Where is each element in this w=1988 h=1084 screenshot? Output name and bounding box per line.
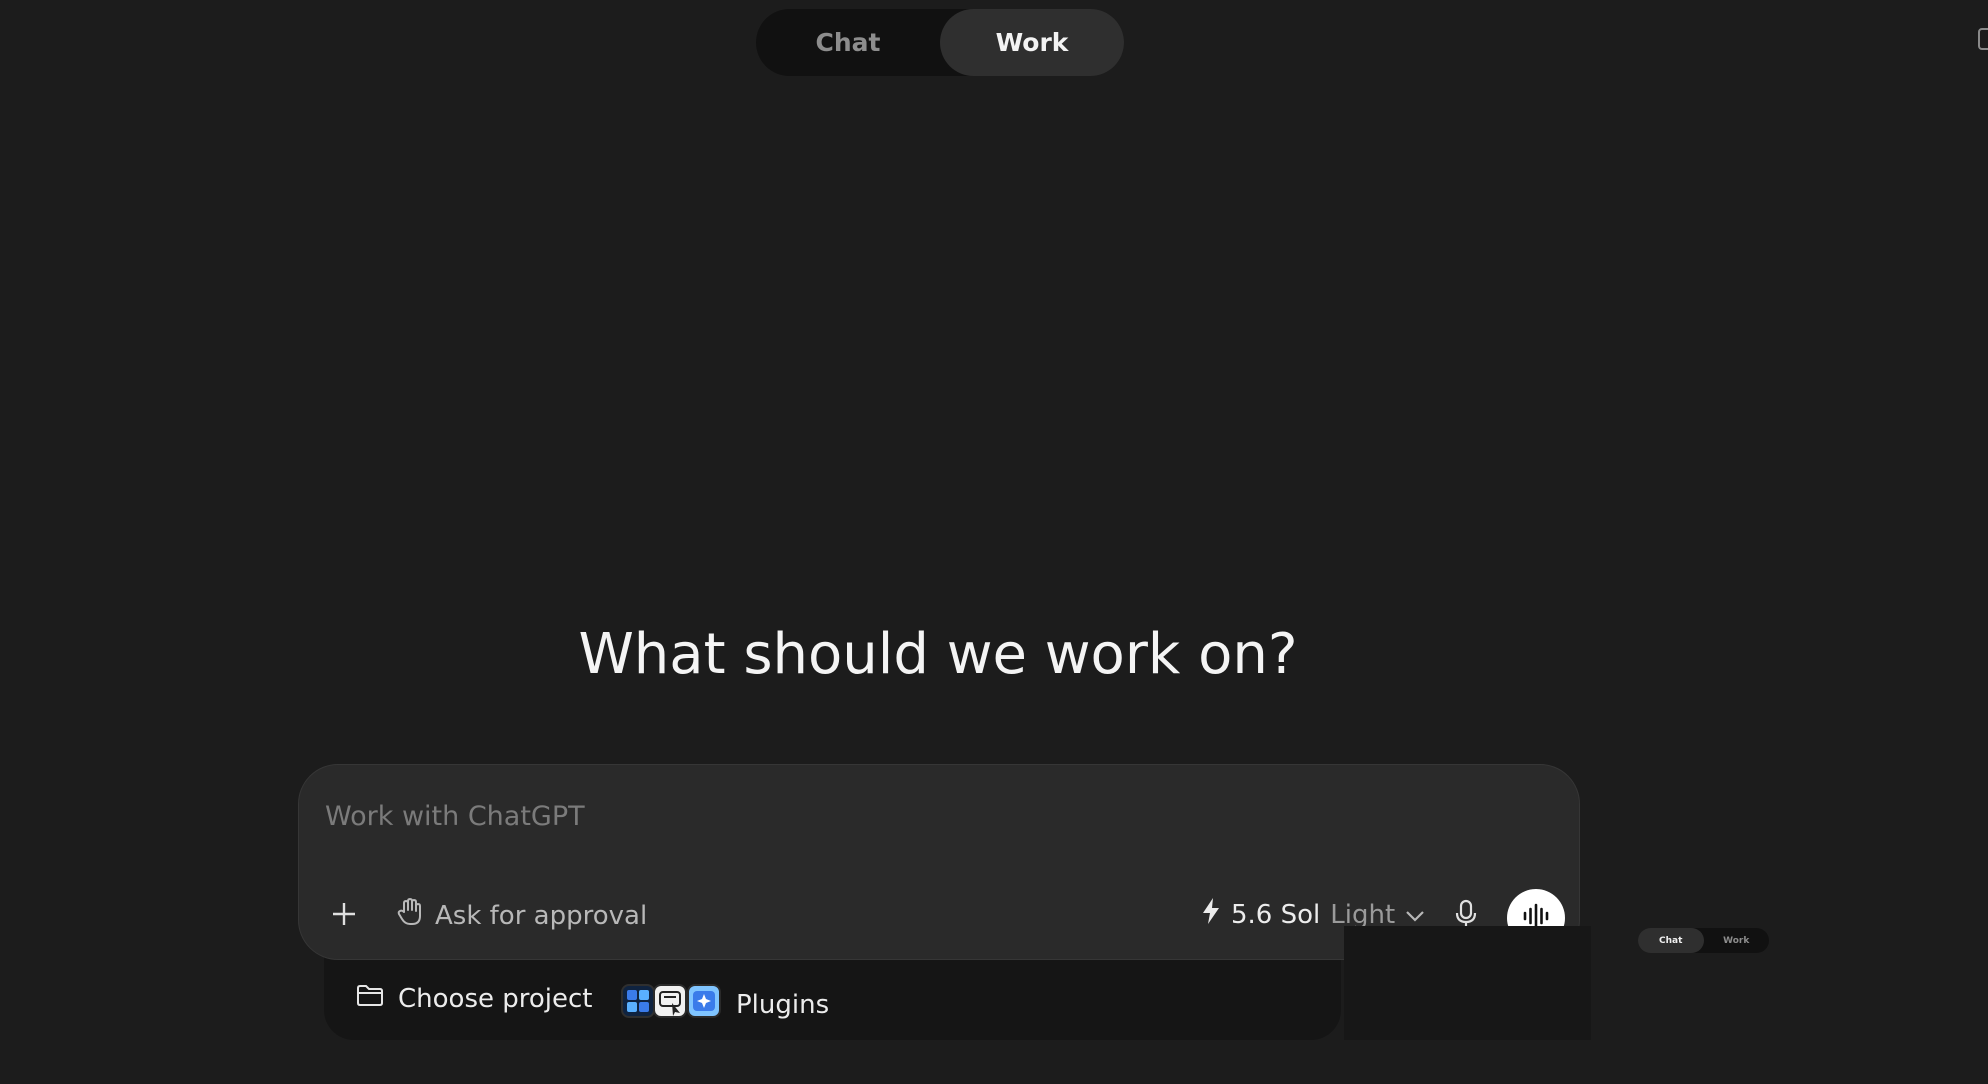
mini-mode-toggle: Chat Work	[1638, 928, 1769, 953]
plugins-button[interactable]: Plugins	[620, 983, 829, 1026]
lightning-icon	[1201, 897, 1221, 932]
model-name: 5.6 Sol	[1231, 899, 1321, 930]
tab-work[interactable]: Work	[940, 9, 1124, 76]
model-effort: Light	[1330, 899, 1396, 930]
choose-project-label: Choose project	[398, 983, 593, 1014]
mini-tab-chat[interactable]: Chat	[1638, 928, 1704, 953]
mode-toggle: Chat Work	[756, 9, 1124, 76]
tab-chat[interactable]: Chat	[756, 9, 940, 76]
ask-for-approval-label: Ask for approval	[435, 900, 648, 931]
panel-icon[interactable]	[1978, 28, 1988, 54]
plugin-stack-icon	[620, 983, 722, 1026]
preview-thumbnail	[1344, 926, 1591, 1040]
plugins-label: Plugins	[736, 989, 830, 1020]
folder-icon	[356, 983, 384, 1014]
chevron-down-icon	[1405, 900, 1425, 930]
mini-tab-work[interactable]: Work	[1704, 928, 1770, 953]
plus-icon	[331, 901, 357, 931]
composer-input[interactable]	[323, 795, 1477, 837]
page-title: What should we work on?	[578, 622, 1298, 687]
add-attachment-button[interactable]	[327, 899, 361, 933]
ask-for-approval-button[interactable]: Ask for approval	[397, 897, 647, 934]
hand-icon	[397, 897, 423, 934]
choose-project-button[interactable]: Choose project	[356, 983, 593, 1014]
